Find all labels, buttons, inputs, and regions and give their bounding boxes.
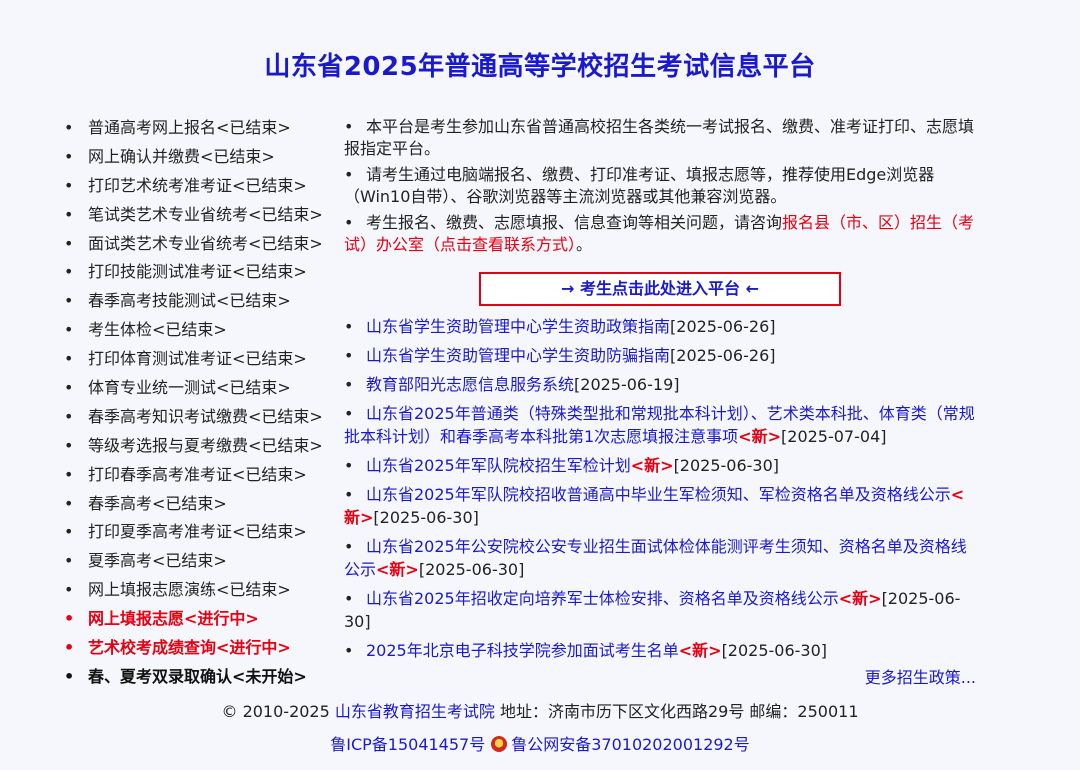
more-policies-link[interactable]: 更多招生政策... [865,664,976,688]
news-link[interactable]: 山东省2025年军队院校招生军检计划 [366,456,631,475]
police-badge-icon [491,736,508,752]
news-link[interactable]: 教育部阳光志愿信息服务系统 [366,375,574,394]
page-title: 山东省2025年普通高等学校招生考试信息平台 [264,52,816,82]
menu-item[interactable]: 打印技能测试准考证<已结束> [64,258,340,287]
menu-item-active[interactable]: 艺术校考成绩查询<进行中> [64,634,340,663]
news-link[interactable]: 2025年北京电子科技学院参加面试考生名单 [366,641,679,660]
menu-item[interactable]: 夏季高考<已结束> [64,547,340,576]
news-date: [2025-06-30] [721,641,828,660]
intro-paragraph: • 请考生通过电脑端报名、缴费、打印准考证、填报志愿等，推荐使用Edge浏览器（W… [344,165,935,206]
menu-item[interactable]: 体育专业统一测试<已结束> [64,374,340,403]
service-menu: 普通高考网上报名<已结束> 网上确认并缴费<已结束> 打印艺术统考准考证<已结束… [64,114,340,692]
list-item: • 山东省2025年招收定向培养军士体检安排、资格名单及资格线公示<新>[2025… [344,589,961,631]
menu-item[interactable]: 考生体检<已结束> [64,316,340,345]
news-link[interactable]: 山东省学生资助管理中心学生资助防骗指南 [366,346,670,365]
news-date: [2025-06-30] [373,508,479,527]
new-badge: <新> [738,427,782,446]
menu-item[interactable]: 网上确认并缴费<已结束> [64,143,340,172]
list-item: • 2025年北京电子科技学院参加面试考生名单<新>[2025-06-30] [344,641,828,660]
intro-text: 本平台是考生参加山东省普通高校招生各类统一考试报名、缴费、准考证打印、志愿填报指… [344,117,975,158]
intro-text: 考生报名、缴费、志愿填报、信息查询等相关问题，请咨询 [366,213,783,232]
icp-link[interactable]: 鲁ICP备15041457号 [330,735,485,754]
menu-item[interactable]: 笔试类艺术专业省统考<已结束> [64,201,340,230]
footer-records: 鲁ICP备15041457号 鲁公网安备37010202001292号 [0,731,1080,755]
news-link[interactable]: 山东省学生资助管理中心学生资助政策指南 [366,317,670,336]
menu-item[interactable]: 打印夏季高考准考证<已结束> [64,518,340,547]
list-item: • 山东省学生资助管理中心学生资助政策指南[2025-06-26] [344,317,776,336]
list-item: • 山东省2025年军队院校招收普通高中毕业生军检须知、军检资格名单及资格线公示<… [344,485,965,527]
list-item: • 教育部阳光志愿信息服务系统[2025-06-19] [344,375,680,394]
new-badge: <新> [678,641,722,660]
news-date: [2025-06-19] [574,375,680,394]
news-date: [2025-06-30] [673,456,780,475]
news-link[interactable]: 山东省2025年军队院校招收普通高中毕业生军检须知、军检资格名单及资格线公示 [366,485,951,504]
intro-paragraph: • 考生报名、缴费、志愿填报、信息查询等相关问题，请咨询报名县（市、区）招生（考试… [344,213,975,254]
news-link[interactable]: 山东省2025年招收定向培养军士体检安排、资格名单及资格线公示 [366,589,839,608]
org-link[interactable]: 山东省教育招生考试院 [335,702,495,721]
menu-item[interactable]: 打印春季高考准考证<已结束> [64,461,340,490]
new-badge: <新> [376,560,419,579]
news-date: [2025-06-26] [670,317,776,336]
new-badge: <新> [630,456,674,475]
intro-paragraph: • 本平台是考生参加山东省普通高校招生各类统一考试报名、缴费、准考证打印、志愿填报… [344,117,975,158]
menu-item[interactable]: 网上填报志愿演练<已结束> [64,576,340,605]
menu-item[interactable]: 打印艺术统考准考证<已结束> [64,172,340,201]
menu-item[interactable]: 春季高考<已结束> [64,490,340,519]
list-item: • 山东省2025年公安院校公安专业招生面试体检体能测评考生须知、资格名单及资格线… [344,537,967,579]
list-item: • 山东省2025年普通类（特殊类型批和常规批本科计划）、艺术类本科批、体育类（常… [344,404,975,446]
police-record-link[interactable]: 鲁公网安备37010202001292号 [511,735,750,754]
menu-item[interactable]: 等级考选报与夏考缴费<已结束> [64,432,340,461]
address-text: 地址：济南市历下区文化西路29号 邮编：250011 [499,702,859,721]
enter-platform-button[interactable]: → 考生点击此处进入平台 ← [479,272,841,306]
menu-item-pending[interactable]: 春、夏考双录取确认<未开始> [64,663,340,692]
news-list: • 山东省学生资助管理中心学生资助政策指南[2025-06-26] • 山东省学生资… [344,315,978,668]
list-item: • 山东省学生资助管理中心学生资助防骗指南[2025-06-26] [344,346,776,365]
intro-text: 请考生通过电脑端报名、缴费、打印准考证、填报志愿等，推荐使用Edge浏览器（Wi… [344,165,935,206]
menu-item[interactable]: 打印体育测试准考证<已结束> [64,345,340,374]
news-date: [2025-07-04] [781,427,887,446]
list-item: • 山东省2025年军队院校招生军检计划<新>[2025-06-30] [344,456,780,475]
news-date: [2025-06-26] [670,346,776,365]
menu-item-active[interactable]: 网上填报志愿<进行中> [64,605,340,634]
menu-item[interactable]: 普通高考网上报名<已结束> [64,114,340,143]
intro-text: 。 [576,235,593,254]
footer-info: © 2010-2025 山东省教育招生考试院 地址：济南市历下区文化西路29号 … [0,698,1080,722]
platform-intro: • 本平台是考生参加山东省普通高校招生各类统一考试报名、缴费、准考证打印、志愿填报… [344,116,976,260]
new-badge: <新> [838,589,882,608]
menu-item[interactable]: 春季高考知识考试缴费<已结束> [64,403,340,432]
copyright-text: © 2010-2025 [221,702,330,721]
menu-item[interactable]: 面试类艺术专业省统考<已结束> [64,230,340,259]
news-date: [2025-06-30] [418,560,525,579]
menu-item[interactable]: 春季高考技能测试<已结束> [64,287,340,316]
